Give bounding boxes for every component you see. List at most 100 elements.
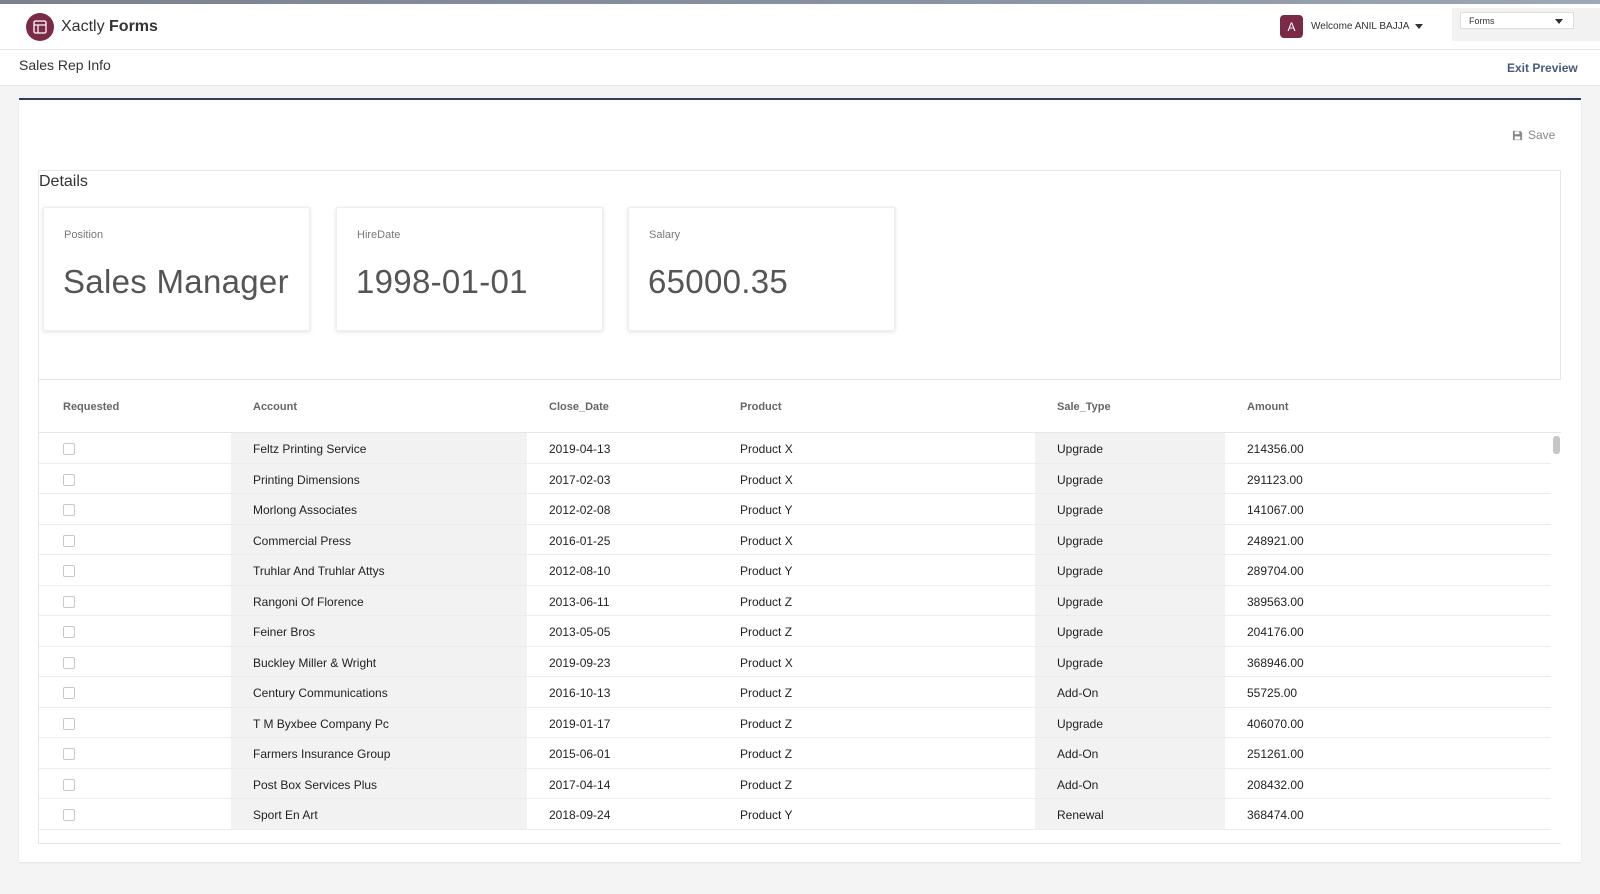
cell-product[interactable]: Product Z xyxy=(718,708,1035,738)
requested-checkbox[interactable] xyxy=(63,443,75,455)
table-row[interactable]: Century Communications 2016-10-13 Product … xyxy=(39,677,1551,708)
table-row[interactable]: T M Byxbee Company Pc 2019-01-17 Product Z… xyxy=(39,707,1551,738)
cell-sale-type[interactable]: Upgrade xyxy=(1035,433,1225,463)
cell-account[interactable]: Buckley Miller & Wright xyxy=(231,646,527,676)
cell-amount[interactable]: 204176.00 xyxy=(1225,616,1551,646)
cell-sale-type[interactable]: Upgrade xyxy=(1035,707,1225,737)
table-row[interactable]: Buckley Miller & Wright 2019-09-23 Product… xyxy=(39,646,1551,677)
cell-sale-type[interactable]: Renewal xyxy=(1035,799,1225,829)
requested-checkbox[interactable] xyxy=(63,717,75,730)
requested-checkbox[interactable] xyxy=(63,809,75,821)
table-row[interactable]: Post Box Services Plus 2017-04-14 Product … xyxy=(39,768,1551,799)
cell-sale-type[interactable]: Upgrade xyxy=(1035,616,1225,646)
column-header-close-date[interactable]: Close_Date xyxy=(549,401,609,413)
cell-account[interactable]: Feiner Bros xyxy=(231,616,527,646)
cell-product[interactable]: Product Z xyxy=(718,769,1035,799)
requested-checkbox[interactable] xyxy=(63,504,75,516)
cell-account[interactable]: Commercial Press xyxy=(231,524,527,554)
cell-product[interactable]: Product X xyxy=(718,464,1035,494)
cell-close-date[interactable]: 2019-01-17 xyxy=(527,708,718,738)
cell-close-date[interactable]: 2019-09-23 xyxy=(527,647,718,677)
cell-sale-type[interactable]: Add-On xyxy=(1035,677,1225,707)
cell-account[interactable]: Feltz Printing Service xyxy=(231,433,527,463)
cell-close-date[interactable]: 2015-06-01 xyxy=(527,738,718,768)
cell-product[interactable]: Product X xyxy=(718,647,1035,677)
cell-account[interactable]: T M Byxbee Company Pc xyxy=(231,707,527,737)
cell-account[interactable]: Century Communications xyxy=(231,677,527,707)
requested-checkbox[interactable] xyxy=(63,656,75,669)
requested-checkbox[interactable] xyxy=(63,687,75,699)
column-header-amount[interactable]: Amount xyxy=(1247,401,1289,413)
cell-close-date[interactable]: 2013-06-11 xyxy=(527,586,718,616)
cell-account[interactable]: Post Box Services Plus xyxy=(231,768,527,798)
cell-amount[interactable]: 248921.00 xyxy=(1225,525,1551,555)
cell-amount[interactable]: 368946.00 xyxy=(1225,647,1551,677)
cell-amount[interactable]: 389563.00 xyxy=(1225,586,1551,616)
avatar[interactable]: A xyxy=(1280,15,1303,38)
requested-checkbox[interactable] xyxy=(63,565,75,577)
cell-amount[interactable]: 55725.00 xyxy=(1225,677,1551,707)
table-row[interactable]: Sport En Art 2018-09-24 Product Y Renewal 36… xyxy=(39,799,1551,830)
column-header-sale-type[interactable]: Sale_Type xyxy=(1057,401,1111,413)
cell-product[interactable]: Product Y xyxy=(718,555,1035,585)
cell-product[interactable]: Product Z xyxy=(718,677,1035,707)
cell-close-date[interactable]: 2013-05-05 xyxy=(527,616,718,646)
cell-amount[interactable]: 141067.00 xyxy=(1225,494,1551,524)
cell-product[interactable]: Product Z xyxy=(718,616,1035,646)
requested-checkbox[interactable] xyxy=(63,473,75,486)
cell-close-date[interactable]: 2012-08-10 xyxy=(527,555,718,585)
cell-account[interactable]: Truhlar And Truhlar Attys xyxy=(231,555,527,585)
cell-amount[interactable]: 289704.00 xyxy=(1225,555,1551,585)
cell-sale-type[interactable]: Add-On xyxy=(1035,768,1225,798)
column-header-product[interactable]: Product xyxy=(740,401,782,413)
cell-amount[interactable]: 208432.00 xyxy=(1225,769,1551,799)
chevron-down-icon[interactable] xyxy=(1415,24,1423,29)
cell-close-date[interactable]: 2018-09-24 xyxy=(527,799,718,829)
table-scrollbar-track[interactable] xyxy=(1552,433,1561,843)
table-scrollbar-thumb[interactable] xyxy=(1553,436,1560,454)
cell-product[interactable]: Product Z xyxy=(718,586,1035,616)
table-row[interactable]: Feiner Bros 2013-05-05 Product Z Upgrade 204… xyxy=(39,616,1551,647)
table-row[interactable]: Printing Dimensions 2017-02-03 Product X Up… xyxy=(39,463,1551,494)
requested-checkbox[interactable] xyxy=(63,534,75,547)
cell-product[interactable]: Product Y xyxy=(718,799,1035,829)
table-row[interactable]: Morlong Associates 2012-02-08 Product Y Upg… xyxy=(39,494,1551,525)
cell-close-date[interactable]: 2019-04-13 xyxy=(527,433,718,463)
cell-product[interactable]: Product Y xyxy=(718,494,1035,524)
save-button[interactable]: Save xyxy=(1512,128,1555,142)
cell-account[interactable]: Farmers Insurance Group xyxy=(231,738,527,768)
forms-logo-icon[interactable] xyxy=(26,13,54,41)
cell-amount[interactable]: 214356.00 xyxy=(1225,433,1551,463)
table-row[interactable]: Farmers Insurance Group 2015-06-01 Product… xyxy=(39,738,1551,769)
cell-sale-type[interactable]: Add-On xyxy=(1035,738,1225,768)
cell-close-date[interactable]: 2016-10-13 xyxy=(527,677,718,707)
cell-product[interactable]: Product X xyxy=(718,525,1035,555)
cell-amount[interactable]: 291123.00 xyxy=(1225,464,1551,494)
cell-sale-type[interactable]: Upgrade xyxy=(1035,524,1225,554)
cell-product[interactable]: Product X xyxy=(718,433,1035,463)
requested-checkbox[interactable] xyxy=(63,595,75,608)
requested-checkbox[interactable] xyxy=(63,626,75,638)
cell-close-date[interactable]: 2017-04-14 xyxy=(527,769,718,799)
cell-amount[interactable]: 251261.00 xyxy=(1225,738,1551,768)
table-row[interactable]: Commercial Press 2016-01-25 Product X Upgra… xyxy=(39,524,1551,555)
column-header-account[interactable]: Account xyxy=(253,401,297,413)
cell-sale-type[interactable]: Upgrade xyxy=(1035,646,1225,676)
requested-checkbox[interactable] xyxy=(63,778,75,791)
cell-account[interactable]: Rangoni Of Florence xyxy=(231,585,527,615)
cell-amount[interactable]: 368474.00 xyxy=(1225,799,1551,829)
requested-checkbox[interactable] xyxy=(63,748,75,760)
cell-account[interactable]: Sport En Art xyxy=(231,799,527,829)
forms-select[interactable]: Forms xyxy=(1460,12,1574,29)
table-row[interactable]: Truhlar And Truhlar Attys 2012-08-10 Produ… xyxy=(39,555,1551,586)
cell-account[interactable]: Printing Dimensions xyxy=(231,463,527,493)
cell-account[interactable]: Morlong Associates xyxy=(231,494,527,524)
cell-sale-type[interactable]: Upgrade xyxy=(1035,585,1225,615)
welcome-user-menu[interactable]: Welcome ANIL BAJJA xyxy=(1311,21,1409,32)
cell-close-date[interactable]: 2016-01-25 xyxy=(527,525,718,555)
cell-close-date[interactable]: 2012-02-08 xyxy=(527,494,718,524)
cell-sale-type[interactable]: Upgrade xyxy=(1035,494,1225,524)
column-header-requested[interactable]: Requested xyxy=(63,401,119,413)
table-row[interactable]: Feltz Printing Service 2019-04-13 Product … xyxy=(39,433,1551,464)
cell-sale-type[interactable]: Upgrade xyxy=(1035,555,1225,585)
